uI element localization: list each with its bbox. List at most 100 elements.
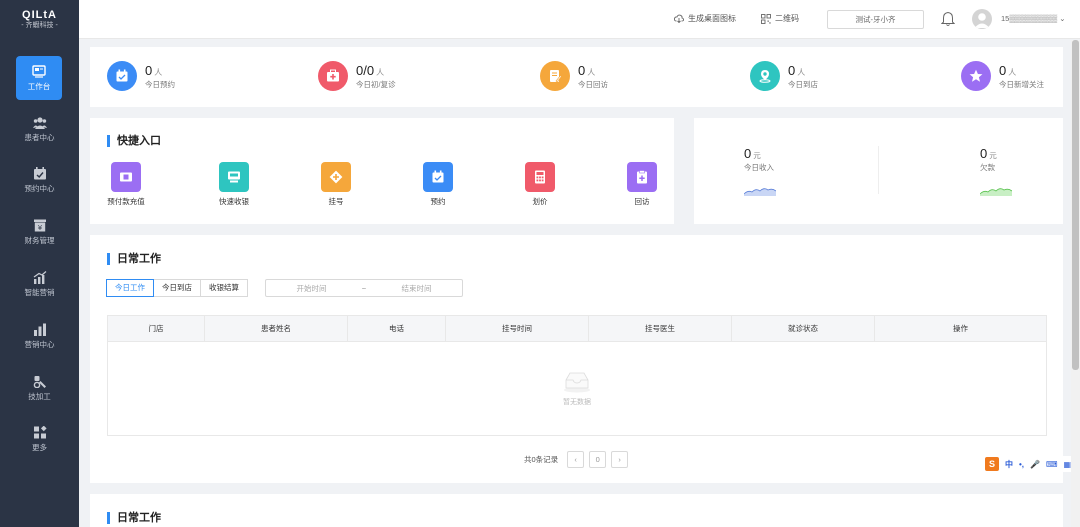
daily-work-card: 日常工作 今日工作 今日到店 收银结算 开始时间 ~ 结束时间 门店 患者姓名 … (90, 235, 1063, 483)
pagination: 共0条记录 ‹ 0 › (524, 451, 629, 468)
debt-amount: 0元 欠款 (980, 146, 997, 173)
microphone-icon[interactable]: 🎤 (1030, 460, 1040, 469)
stat-new-follows[interactable]: 0人 今日新增关注 (961, 61, 1044, 91)
sidebar-item-finance[interactable]: ¥ 财务管理 (0, 207, 79, 257)
quick-item-label: 预付款充值 (107, 197, 145, 206)
cashier-icon (219, 162, 249, 192)
quick-register-button[interactable]: 挂号 (306, 162, 366, 207)
store-select[interactable]: 测试-牙小齐 (827, 10, 924, 29)
stat-unit: 人 (797, 67, 806, 77)
stat-value: 0 (788, 62, 796, 78)
grid-icon (33, 425, 47, 438)
ime-toolbar[interactable]: S 中 •, 🎤 ⌨ ▦ (985, 456, 1073, 472)
sidebar-item-more[interactable]: 更多 (0, 414, 79, 464)
logo-subtitle: - 齐蝦科技 - (21, 21, 58, 29)
patients-icon (32, 116, 47, 129)
sidebar-item-patients[interactable]: 患者中心 (0, 104, 79, 154)
today-stats-card: 0人 今日预约 0/0 人 今日初/复诊 0人 今日回访 0人 今日到店 0 人… (90, 47, 1063, 107)
followup-icon (540, 61, 570, 91)
appointment-icon (107, 61, 137, 91)
range-end-input[interactable]: 结束时间 (371, 283, 462, 294)
user-menu[interactable]: 15▒▒▒▒▒▒▒▒▒ ⌄ (1001, 14, 1066, 23)
sidebar-item-lab-processing[interactable]: 技加工 (0, 363, 79, 413)
marketing-icon (33, 270, 46, 284)
current-page[interactable]: 0 (589, 451, 607, 468)
logo-mark: QILtA (22, 8, 57, 21)
chevron-right-icon: › (618, 455, 621, 464)
scrollbar-thumb[interactable] (1072, 40, 1079, 370)
sidebar-item-workbench[interactable]: 工作台 (16, 56, 62, 100)
tab-today-work[interactable]: 今日工作 (106, 279, 154, 297)
debt-unit: 元 (989, 151, 997, 160)
followup-icon (627, 162, 657, 192)
stat-unit: 人 (1008, 67, 1017, 77)
sidebar-item-marketing-center[interactable]: 营销中心 (0, 311, 79, 361)
bell-icon[interactable] (941, 11, 955, 27)
income-unit: 元 (753, 151, 761, 160)
ime-logo-icon[interactable]: S (985, 457, 999, 471)
svg-text:¥: ¥ (37, 224, 42, 232)
calendar-icon (33, 166, 46, 179)
quick-item-label: 回访 (634, 197, 650, 206)
stat-value: 0 (145, 62, 153, 78)
empty-box-icon (564, 372, 590, 392)
quick-entry-title: 快捷入口 (107, 135, 161, 147)
ime-punctuation[interactable]: •, (1019, 460, 1024, 469)
stat-appointments[interactable]: 0人 今日预约 (107, 61, 175, 91)
quick-item-label: 预约 (430, 197, 446, 206)
chevron-left-icon: ‹ (574, 455, 577, 464)
prev-page-button[interactable]: ‹ (567, 451, 585, 468)
quick-pricing-button[interactable]: 划价 (510, 162, 570, 207)
sidebar-item-appointments[interactable]: 预约中心 (0, 155, 79, 205)
stat-value: 0 (999, 62, 1007, 78)
column-header: 门店 (108, 316, 205, 341)
bar-chart-icon (33, 323, 46, 336)
ime-language[interactable]: 中 (1005, 459, 1013, 470)
stat-unit: 人 (154, 67, 163, 77)
finance-icon: ¥ (33, 219, 46, 232)
ime-menu-icon[interactable]: ▦ (1064, 460, 1072, 469)
sidebar-item-smart-marketing[interactable]: 智能营销 (0, 259, 79, 309)
user-phone: 15▒▒▒▒▒▒▒▒▒ (1001, 14, 1058, 23)
date-range-picker[interactable]: 开始时间 ~ 结束时间 (265, 279, 463, 297)
quick-item-label: 划价 (532, 197, 548, 206)
empty-state: 暂无数据 (108, 342, 1046, 435)
quick-followup-button[interactable]: 回访 (612, 162, 672, 207)
column-header: 电话 (348, 316, 446, 341)
avatar[interactable] (972, 9, 992, 29)
location-icon (750, 61, 780, 91)
empty-text: 暂无数据 (563, 398, 591, 406)
quick-entry-card: 快捷入口 预付款充值 快速收银 挂号 预约 划价 回访 (90, 118, 674, 224)
daily-work-table: 门店 患者姓名 电话 挂号时间 挂号医生 就诊状态 操作 暂无数据 (107, 315, 1047, 436)
income-sparkline (744, 188, 776, 196)
register-icon (321, 162, 351, 192)
tools-icon (33, 375, 46, 388)
qrcode-link[interactable]: 二维码 (761, 13, 799, 24)
tab-checkout[interactable]: 收银结算 (200, 279, 248, 297)
qrcode-label: 二维码 (775, 14, 799, 23)
stat-first-return-visits[interactable]: 0/0 人 今日初/复诊 (318, 61, 396, 91)
user-avatar-icon (974, 13, 990, 28)
desktop-icon-link[interactable]: 生成桌面图标 (674, 13, 736, 24)
stat-value: 0 (578, 62, 586, 78)
tab-today-arrivals[interactable]: 今日到店 (153, 279, 201, 297)
vertical-scrollbar[interactable] (1071, 40, 1080, 527)
stat-arrivals[interactable]: 0人 今日到店 (750, 61, 818, 91)
sidebar-item-label: 技加工 (28, 391, 51, 401)
stat-unit: 人 (587, 67, 596, 77)
daily-tabs: 今日工作 今日到店 收银结算 (106, 279, 248, 297)
range-start-input[interactable]: 开始时间 (266, 283, 357, 294)
quick-prepay-button[interactable]: 预付款充值 (96, 162, 156, 207)
daily-work-card-2: 日常工作 (90, 494, 1063, 527)
chevron-down-icon: ⌄ (1059, 14, 1066, 23)
sidebar-item-label: 财务管理 (24, 235, 55, 245)
quick-cashier-button[interactable]: 快速收银 (204, 162, 264, 207)
total-records: 共0条记录 (524, 455, 559, 464)
top-header: 生成桌面图标 二维码 测试-牙小齐 15▒▒▒▒▒▒▒▒▒ ⌄ (79, 0, 1080, 39)
quick-appointment-button[interactable]: 预约 (408, 162, 468, 207)
keyboard-icon[interactable]: ⌨ (1046, 460, 1058, 469)
next-page-button[interactable]: › (611, 451, 629, 468)
stat-followups[interactable]: 0人 今日回访 (540, 61, 608, 91)
cloud-download-icon (674, 14, 684, 23)
quick-item-label: 挂号 (328, 197, 344, 206)
